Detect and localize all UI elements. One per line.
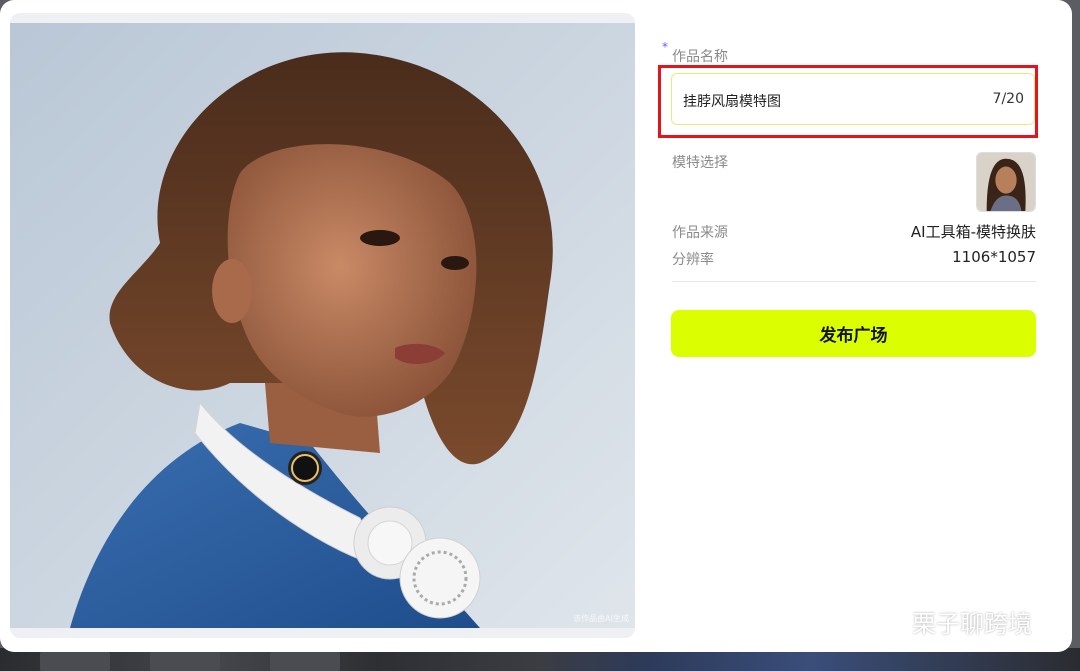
publish-form: * 作品名称 挂脖风扇模特图 7/20 模特选择 作品来源 AI工具箱-模特换肤… <box>658 40 1038 357</box>
source-value: AI工具箱-模特换肤 <box>910 223 1036 241</box>
publish-button[interactable]: 发布广场 <box>671 310 1036 357</box>
wechat-icon <box>867 605 905 637</box>
required-mark: * <box>662 40 668 54</box>
title-input[interactable]: 挂脖风扇模特图 7/20 <box>671 73 1035 125</box>
source-label: 作品来源 <box>672 225 728 241</box>
background-thumbnail <box>40 652 110 671</box>
model-thumbnail[interactable] <box>976 152 1036 212</box>
artwork-preview: 该作品由AI生成 <box>10 13 635 638</box>
publish-dialog: 该作品由AI生成 * 作品名称 挂脖风扇模特图 7/20 模特选择 作品来源 A… <box>0 0 1072 652</box>
brand-watermark: 栗子聊跨境 <box>866 604 1032 639</box>
source-row: 作品来源 AI工具箱-模特换肤 <box>672 222 1036 242</box>
title-label: 作品名称 <box>672 49 728 65</box>
background-thumbnail <box>270 652 340 671</box>
title-input-value: 挂脖风扇模特图 <box>683 94 781 110</box>
resolution-label: 分辨率 <box>672 252 714 268</box>
brand-name: 栗子聊跨境 <box>912 610 1032 638</box>
resolution-row: 分辨率 1106*1057 <box>672 248 1036 269</box>
resolution-value: 1106*1057 <box>952 248 1036 266</box>
title-label-row: * 作品名称 <box>662 40 1036 65</box>
character-count: 7/20 <box>992 91 1024 107</box>
model-photo <box>10 23 635 628</box>
ai-generated-watermark: 该作品由AI生成 <box>573 614 629 623</box>
background-thumbnail <box>150 652 220 671</box>
model-label: 模特选择 <box>672 155 728 171</box>
divider <box>672 281 1036 282</box>
